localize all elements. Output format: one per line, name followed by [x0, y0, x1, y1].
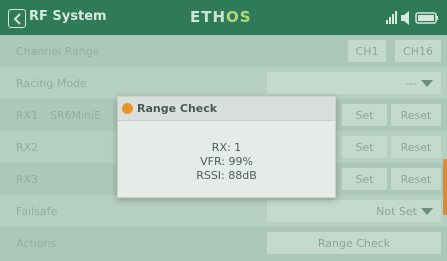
rx1-model: SR6MiniE — [50, 109, 102, 122]
rx1-label: RX1 — [16, 109, 39, 122]
range-check-button[interactable]: Range Check — [267, 232, 441, 254]
rx2-label: RX2 — [16, 141, 39, 154]
status-icons — [386, 11, 438, 25]
actions-label: Actions — [16, 237, 57, 250]
page-title: RF System — [29, 9, 107, 24]
chevron-left-icon — [13, 13, 21, 25]
rx3-label: RX3 — [16, 173, 39, 186]
failsafe-select[interactable]: Not Set — [267, 200, 441, 222]
dropdown-caret-icon — [421, 80, 433, 87]
racing-mode-row: Racing Mode --- — [0, 67, 447, 99]
rx3-reset-button[interactable]: Reset — [391, 168, 441, 190]
rx2-set-button[interactable]: Set — [342, 136, 387, 158]
warning-icon — [122, 103, 133, 114]
rssi-readout: RSSI: 88dB — [196, 169, 257, 182]
rx2-reset-button[interactable]: Reset — [391, 136, 441, 158]
racing-mode-label: Racing Mode — [16, 77, 87, 90]
dialog-title: Range Check — [137, 102, 218, 115]
header-bar: RF System ETHOS — [0, 0, 447, 35]
rx3-set-button[interactable]: Set — [342, 168, 387, 190]
range-check-dialog: Range Check RX: 1 VFR: 99% RSSI: 88dB — [117, 96, 336, 198]
racing-mode-select[interactable]: --- — [267, 72, 441, 94]
battery-icon — [415, 12, 438, 24]
dialog-header: Range Check — [118, 97, 335, 121]
ethos-logo: ETHOS — [190, 8, 252, 26]
channel-range-label: Channel Range — [16, 45, 100, 58]
failsafe-label: Failsafe — [16, 205, 58, 218]
rx1-set-button[interactable]: Set — [342, 104, 387, 126]
failsafe-value: Not Set — [376, 204, 417, 218]
failsafe-row: Failsafe Not Set — [0, 195, 447, 227]
rx-readout: RX: 1 — [211, 141, 242, 154]
channel-range-row: Channel Range CH1 CH16 — [0, 35, 447, 67]
racing-mode-value: --- — [405, 76, 417, 90]
scrollbar[interactable] — [443, 159, 447, 215]
volume-icon — [401, 11, 409, 25]
signal-icon — [386, 11, 397, 24]
vfr-readout: VFR: 99% — [200, 155, 253, 168]
channel-range-from[interactable]: CH1 — [348, 40, 386, 62]
back-button[interactable] — [8, 9, 26, 28]
rx1-reset-button[interactable]: Reset — [391, 104, 441, 126]
actions-row: Actions Range Check — [0, 227, 447, 259]
dropdown-caret-icon — [421, 208, 433, 215]
channel-range-to[interactable]: CH16 — [395, 40, 441, 62]
rf-system-screen: RF System ETHOS Channel Range CH1 CH16 R… — [0, 0, 447, 261]
